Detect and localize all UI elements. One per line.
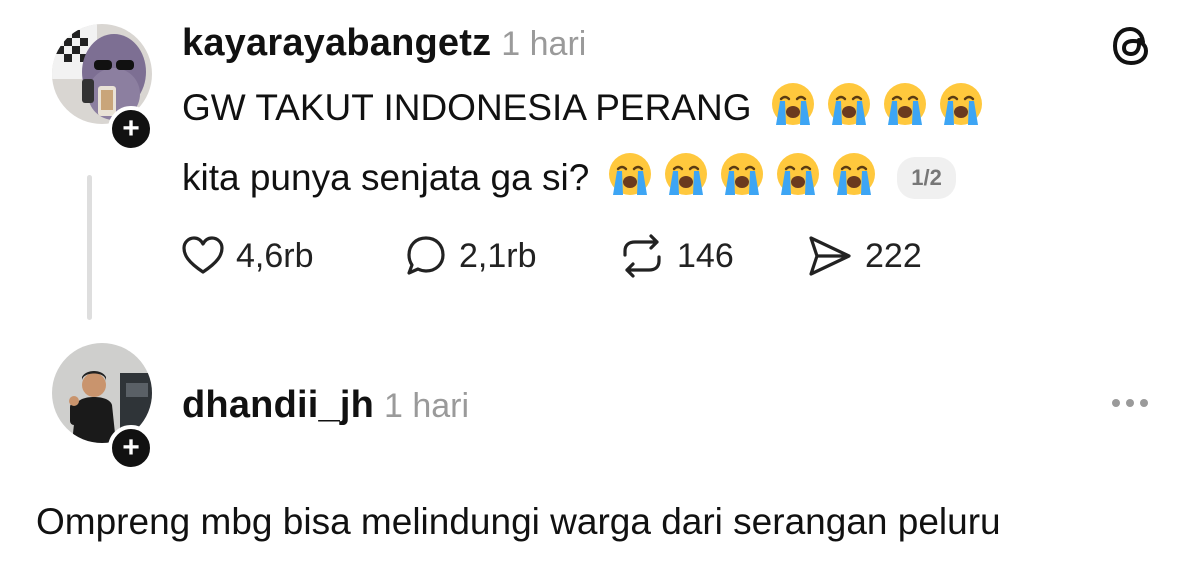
share-icon [809,236,851,276]
repost-icon [623,234,661,278]
heart-icon [182,236,224,274]
post-header: kayarayabangetz 1 hari [182,22,586,65]
share-button[interactable]: 222 [805,233,922,279]
timestamp: 1 hari [384,387,470,425]
loudly-crying-face-emoji [663,151,709,197]
more-icon[interactable] [1112,399,1148,407]
repost-count: 146 [677,236,734,275]
loudly-crying-face-emoji [770,81,816,127]
loudly-crying-face-emoji [938,81,984,127]
emoji-group [760,81,984,136]
username[interactable]: dhandii_jh [182,384,374,427]
page-indicator[interactable]: 1/2 [897,157,956,199]
thread-line [87,175,92,320]
follow-button[interactable]: + [108,106,154,152]
loudly-crying-face-emoji [719,151,765,197]
repost-button[interactable]: 146 [617,233,734,279]
follow-button[interactable]: + [108,425,154,471]
loudly-crying-face-emoji [831,151,877,197]
username[interactable]: kayarayabangetz [182,22,491,65]
share-count: 222 [865,236,922,275]
reply-text: Ompreng mbg bisa melindungi warga dari s… [36,501,1001,542]
like-button[interactable]: 4,6rb [180,233,314,279]
loudly-crying-face-emoji [607,151,653,197]
loudly-crying-face-emoji [826,81,872,127]
post-text: kita punya senjata ga si? [182,157,590,198]
timestamp: 1 hari [501,25,587,63]
like-count: 4,6rb [236,236,314,275]
loudly-crying-face-emoji [882,81,928,127]
loudly-crying-face-emoji [775,151,821,197]
plus-icon: + [122,112,140,145]
threads-logo-icon[interactable] [1108,22,1156,75]
reply-header: dhandii_jh 1 hari [182,384,469,427]
comment-icon [407,236,445,275]
comment-count: 2,1rb [459,236,537,275]
plus-icon: + [122,431,140,464]
comment-button[interactable]: 2,1rb [403,233,537,279]
emoji-group [597,151,877,206]
post-text-line-2: kita punya senjata ga si? 1/2 [182,150,956,206]
post-text-line-1: GW TAKUT INDONESIA PERANG [182,80,984,136]
post-text: GW TAKUT INDONESIA PERANG [182,87,752,128]
